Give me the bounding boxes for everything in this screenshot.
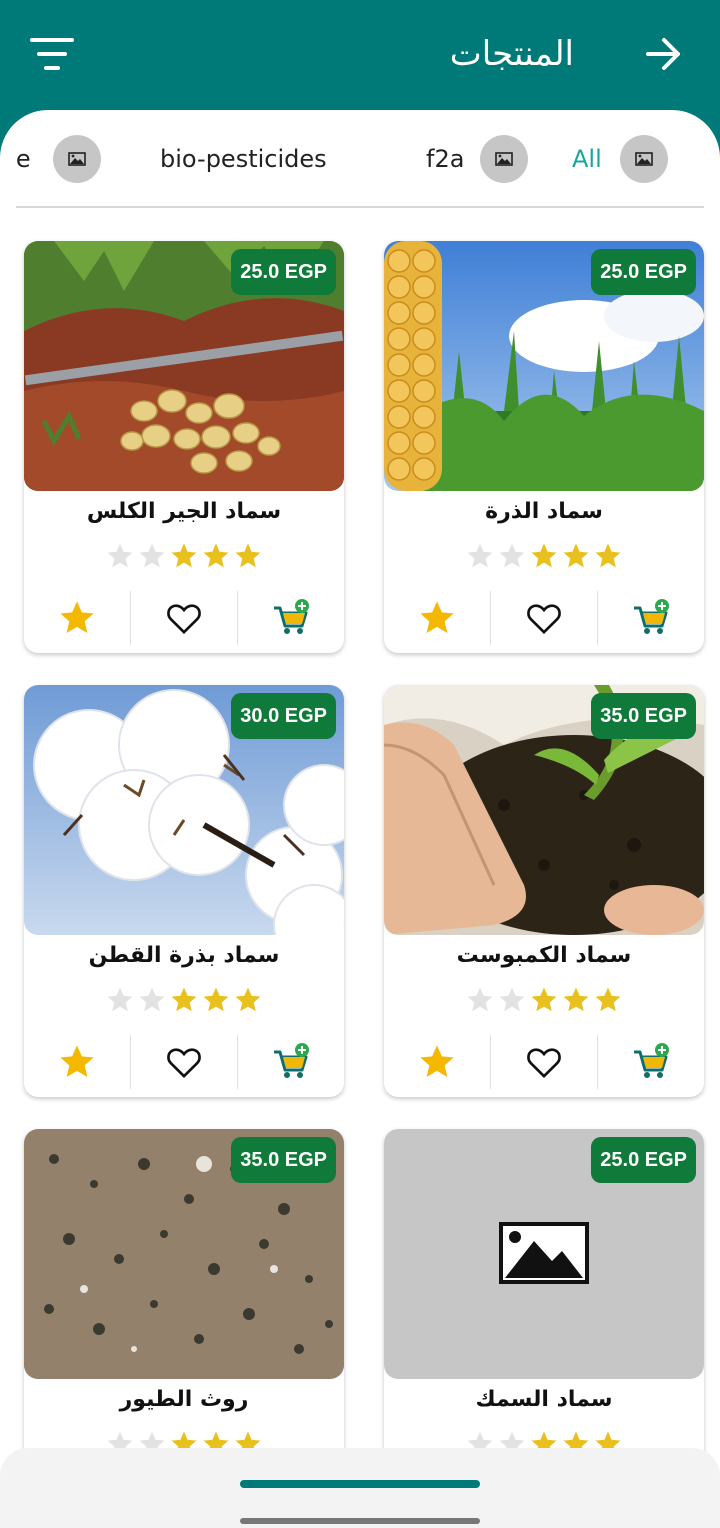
category-tab-f2a[interactable]: f2a [426, 134, 529, 184]
featured-star-icon[interactable] [384, 591, 490, 645]
rating-stars [24, 985, 344, 1015]
category-tab-bio-pesticides[interactable]: bio-pesticides [160, 134, 327, 184]
featured-star-icon[interactable] [384, 1035, 490, 1089]
product-card[interactable]: 25.0 EGP سماد الجير الكلس [24, 241, 344, 653]
product-name: سماد السمك [475, 1387, 613, 1412]
product-name: سماد بذرة القطن [88, 943, 280, 968]
card-actions [24, 1035, 344, 1089]
product-card[interactable]: 35.0 EGP سماد الكمبوست [384, 685, 704, 1097]
star-filled-icon [235, 987, 261, 1012]
star-empty-icon [107, 987, 133, 1012]
star-filled-icon [171, 987, 197, 1012]
add-to-cart-icon[interactable] [237, 1035, 344, 1089]
price-badge: 25.0 EGP [231, 249, 336, 295]
favorite-heart-icon[interactable] [490, 591, 597, 645]
arrow-forward-icon[interactable] [644, 34, 684, 74]
product-image: 25.0 EGP [384, 1129, 704, 1379]
rating-stars [384, 541, 704, 571]
product-image: 25.0 EGP [384, 241, 704, 491]
star-empty-icon [139, 987, 165, 1012]
star-filled-icon [563, 987, 589, 1012]
product-image: 35.0 EGP [384, 685, 704, 935]
category-tab-ble[interactable]: ble [16, 134, 101, 184]
price-badge: 35.0 EGP [231, 1137, 336, 1183]
page-title: المنتجات [449, 34, 574, 74]
product-image: 30.0 EGP [24, 685, 344, 935]
product-name: روث الطيور [119, 1387, 249, 1412]
star-filled-icon [595, 987, 621, 1012]
bottom-sheet-handle-area [0, 1448, 720, 1528]
category-label: ble [16, 145, 31, 173]
star-filled-icon [531, 987, 557, 1012]
product-card[interactable]: 25.0 EGP سماد الذرة [384, 241, 704, 653]
category-tab-all[interactable]: All [572, 134, 668, 184]
star-empty-icon [499, 543, 525, 568]
product-name: سماد الكمبوست [456, 943, 632, 968]
card-actions [24, 591, 344, 645]
content-sheet: All f2a bio-pesticides ble [0, 110, 720, 1528]
price-badge: 30.0 EGP [231, 693, 336, 739]
favorite-heart-icon[interactable] [130, 591, 237, 645]
star-empty-icon [467, 543, 493, 568]
favorite-heart-icon[interactable] [130, 1035, 237, 1089]
category-label: f2a [426, 145, 465, 173]
star-empty-icon [139, 543, 165, 568]
star-empty-icon [107, 543, 133, 568]
product-name: سماد الجير الكلس [86, 499, 282, 524]
add-to-cart-icon[interactable] [237, 591, 344, 645]
star-filled-icon [171, 543, 197, 568]
price-badge: 35.0 EGP [591, 693, 696, 739]
product-image: 25.0 EGP [24, 241, 344, 491]
product-card[interactable]: 30.0 EGP سماد بذرة القطن [24, 685, 344, 1097]
featured-star-icon[interactable] [24, 1035, 130, 1089]
drag-handle[interactable] [240, 1480, 480, 1488]
star-empty-icon [467, 987, 493, 1012]
price-badge: 25.0 EGP [591, 1137, 696, 1183]
favorite-heart-icon[interactable] [490, 1035, 597, 1089]
add-to-cart-icon[interactable] [597, 1035, 704, 1089]
system-gesture-bar[interactable] [240, 1518, 480, 1524]
image-icon [52, 135, 101, 183]
rating-stars [384, 985, 704, 1015]
card-actions [384, 1035, 704, 1089]
star-filled-icon [531, 543, 557, 568]
star-filled-icon [203, 987, 229, 1012]
star-empty-icon [499, 987, 525, 1012]
category-label: All [572, 145, 602, 173]
category-label: bio-pesticides [160, 145, 327, 173]
star-filled-icon [235, 543, 261, 568]
star-filled-icon [595, 543, 621, 568]
image-placeholder-icon [499, 1222, 589, 1284]
image-icon [480, 135, 529, 183]
image-icon [619, 135, 668, 183]
add-to-cart-icon[interactable] [597, 591, 704, 645]
price-badge: 25.0 EGP [591, 249, 696, 295]
star-filled-icon [203, 543, 229, 568]
category-tabs: All f2a bio-pesticides ble [16, 110, 704, 208]
rating-stars [24, 541, 344, 571]
product-name: سماد الذرة [485, 499, 603, 524]
card-actions [384, 591, 704, 645]
filter-icon[interactable] [26, 32, 78, 76]
product-image: 35.0 EGP [24, 1129, 344, 1379]
star-filled-icon [563, 543, 589, 568]
featured-star-icon[interactable] [24, 591, 130, 645]
